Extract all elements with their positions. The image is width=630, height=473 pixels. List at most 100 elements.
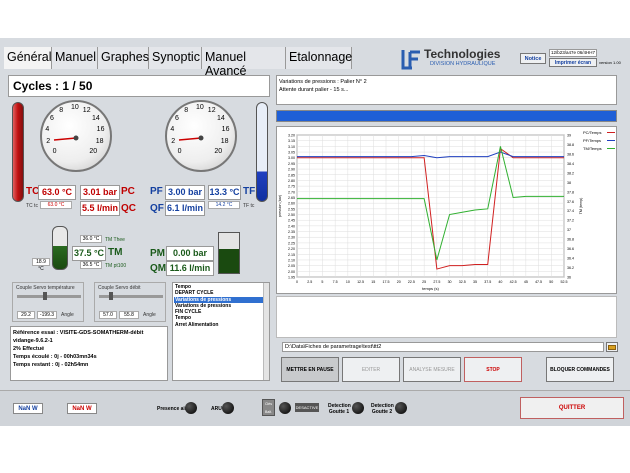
tm-bottom-value: 36.5 °C — [80, 261, 102, 269]
legend-entry: PC/Temps — [583, 130, 601, 135]
pc-label: PC — [121, 186, 135, 197]
dial-tick-label: 8 — [59, 106, 64, 114]
cycles-counter: Cycles : 1 / 50 — [8, 75, 270, 97]
y2-tick-label: 36.8 — [567, 238, 574, 242]
qm-value: 11.6 l/min — [166, 261, 214, 276]
y-tick-label: 2.10 — [288, 258, 295, 262]
logo-sub: DIVISION HYDRAULIQUE — [430, 61, 496, 67]
analyse-button[interactable]: ANALYSE MESURE — [403, 357, 461, 382]
pause-button[interactable]: METTRE EN PAUSE — [281, 357, 339, 382]
y2-tick-label: 38.6 — [567, 152, 574, 156]
cycle-steps-list[interactable]: Tempo DEPART CYCLE Variations de pressions… — [172, 282, 270, 381]
info-line: Référence essai : VISITE-GDS-SOMATHERM-d… — [13, 330, 144, 336]
tm-tank — [52, 226, 68, 270]
y2-tick-label: 36 — [567, 276, 571, 280]
power-value-2: NaN W — [67, 403, 97, 414]
y-tick-label: 2.25 — [288, 241, 295, 245]
servo-debit-slider-handle[interactable] — [109, 292, 113, 300]
tm-bottom-label: TM pt100 — [105, 263, 127, 269]
tab-synoptic[interactable]: Synoptic — [149, 47, 202, 69]
logo: Technologies DIVISION HYDRAULIQUE — [400, 47, 516, 71]
y-tick-label: 2.15 — [288, 253, 295, 257]
y2-tick-label: 37.6 — [567, 200, 574, 204]
y-tick-label: 2.85 — [288, 173, 295, 177]
servo-temp-panel: Couple Servo température 29.2 -199.3 Ang… — [12, 282, 84, 322]
servo-temp-slider[interactable] — [17, 295, 81, 298]
cycle-progress-fill — [277, 111, 616, 121]
y-tick-label: 2.45 — [288, 219, 295, 223]
pf-value: 3.00 bar — [165, 185, 205, 200]
tab-manuel-avance[interactable]: Manuel Avancé — [202, 47, 286, 78]
servo-temp-v2: -199.3 — [37, 311, 57, 319]
print-screen-button[interactable]: Imprimer écran — [549, 58, 597, 67]
tm-top-label: TM Thee — [105, 237, 125, 243]
tm-value: 37.5 °C — [72, 246, 106, 261]
y2-tick-label: 37.8 — [567, 190, 574, 194]
detect1-indicator — [352, 402, 364, 414]
dial-tick-label: 12 — [82, 106, 91, 114]
y-tick-label: 2.90 — [288, 168, 295, 172]
x-tick-label: 27.5 — [433, 280, 440, 284]
tab-general[interactable]: Général — [4, 47, 52, 69]
y2-tick-label: 37.4 — [567, 209, 574, 213]
stop-button[interactable]: STOP — [464, 357, 522, 382]
dial-tick-label: 14 — [92, 114, 100, 122]
y-axis-label: pression (bar) — [278, 195, 282, 217]
dial-tick-label: 8 — [184, 106, 189, 114]
x-tick-label: 20 — [397, 280, 401, 284]
y-tick-label: 3.20 — [288, 134, 295, 138]
y-tick-label: 3.10 — [288, 145, 295, 149]
detect2-indicator — [395, 402, 407, 414]
detect2-label: Detection Goutte 2 — [371, 403, 394, 415]
log-area — [276, 296, 617, 338]
lock-controls-button[interactable]: BLOQUER COMMANDES — [546, 357, 614, 382]
edit-button[interactable]: EDITER — [342, 357, 400, 382]
x-tick-label: 30 — [448, 280, 452, 284]
legend-entry: PF/Temps — [583, 138, 601, 143]
y-tick-label: 1.95 — [288, 276, 295, 280]
x-tick-label: 50 — [549, 280, 553, 284]
tab-graphes[interactable]: Graphes — [98, 47, 149, 69]
servo-temp-slider-handle[interactable] — [43, 292, 47, 300]
power-value-1: NaN W — [13, 403, 43, 414]
qf-value: 6.1 l/min — [165, 201, 205, 216]
x-tick-label: 0 — [296, 280, 298, 284]
y-tick-label: 2.30 — [288, 236, 295, 240]
y-tick-label: 2.80 — [288, 179, 295, 183]
pm-value: 0.00 bar — [166, 246, 214, 261]
y-tick-label: 2.65 — [288, 196, 295, 200]
tf-label: TF — [243, 186, 256, 197]
folder-browse-button[interactable] — [606, 342, 618, 352]
cles-switch[interactable]: Clés Balt. — [262, 399, 275, 416]
qf-label: QF — [150, 203, 164, 214]
steps-scrollbar[interactable] — [263, 283, 269, 380]
x-tick-label: 22.5 — [408, 280, 415, 284]
x-tick-label: 2.5 — [307, 280, 312, 284]
quit-button[interactable]: QUITTER — [520, 397, 624, 419]
pressure-dial-left: 0 2 4 6 8 10 12 14 16 18 20 — [40, 100, 112, 172]
dial-tick-label: 4 — [45, 125, 50, 133]
tab-etalonnage[interactable]: Etalonnage — [286, 47, 352, 69]
pf-label: PF — [150, 186, 163, 197]
presence-air-indicator — [185, 402, 197, 414]
pressure-chart-panel: 3.20 3.15 3.10 3.05 3.00 2.95 2.90 2.85 2.80 2.75… — [276, 126, 617, 294]
aru-indicator — [222, 402, 234, 414]
cycle-step-item[interactable]: Arret Alimentation — [174, 322, 268, 328]
dial-tick-label: 18 — [95, 138, 104, 146]
tab-manuel[interactable]: Manuel — [52, 47, 98, 69]
dial-tick-label: 20 — [89, 148, 98, 156]
deactivate-button[interactable]: DESACTIVE — [295, 403, 319, 412]
notice-button[interactable]: Notice — [520, 53, 546, 64]
code-field: 12/b23/a47e 06/4HH7 — [549, 49, 597, 57]
pm-tank — [218, 232, 240, 274]
dial-tick-label: 10 — [196, 104, 204, 111]
y2-tick-label: 38 — [567, 181, 571, 185]
y2-tick-label: 38.8 — [567, 143, 574, 147]
tc-value: 63.0 °C — [38, 185, 76, 200]
servo-debit-v1[interactable]: 57.0 — [99, 311, 117, 319]
servo-temp-v1[interactable]: 29.2 — [17, 311, 35, 319]
file-path-field[interactable]: D:\Data\Fiches de parametrage\test\ttt2 — [282, 342, 604, 352]
legend-entry: TM/Temps — [583, 146, 602, 151]
presence-air-label: Presence air — [157, 406, 187, 412]
lf-logo-icon — [401, 50, 420, 70]
